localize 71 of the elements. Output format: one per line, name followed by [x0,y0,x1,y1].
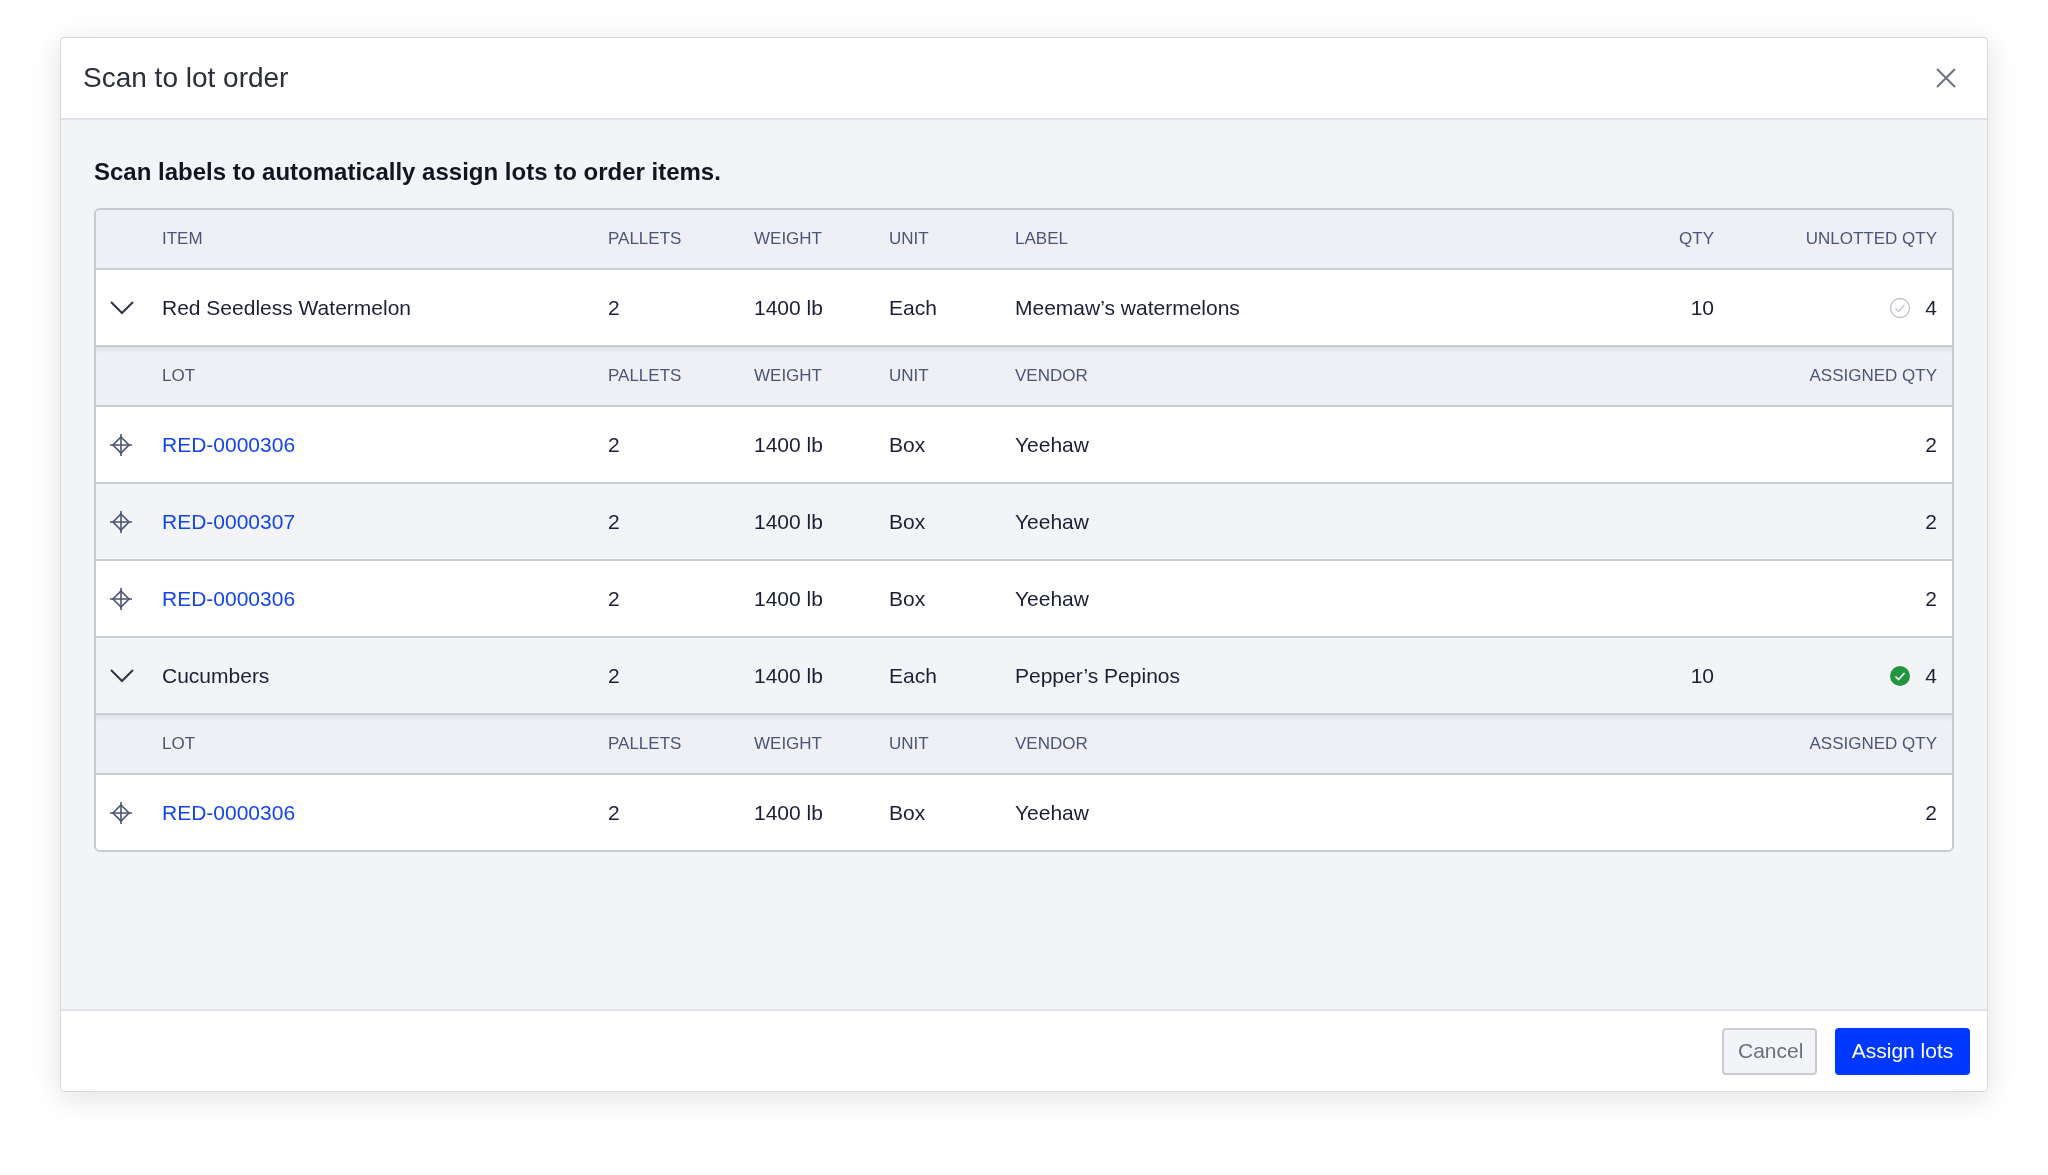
table-cell-text: Pepper’s Pepinos [1015,663,1181,688]
column-header: VENDOR [1015,734,1089,754]
table-cell-text: Red Seedless Watermelon [162,295,412,320]
table-cell-text: Box [889,800,927,825]
table-cell-text: 1400 lb [754,586,824,611]
column-header: ASSIGNED QTY [1809,734,1937,754]
table-cell-text: 1400 lb [754,295,824,320]
expand-toggle[interactable] [110,300,136,315]
column-header: VENDOR [1015,366,1089,386]
crosshair-icon [110,587,132,610]
table-cell-text: Box [889,586,927,611]
chevron-icon [110,668,134,683]
table-cell-text: 2 [608,586,621,611]
column-header: PALLETS [608,366,683,386]
table-cell-text: 2 [608,663,621,688]
column-header: WEIGHT [754,734,823,754]
column-header: WEIGHT [754,366,823,386]
column-header: LOT [162,366,197,386]
lot-link[interactable]: RED-0000307 [162,509,296,534]
assign-lots-button[interactable]: Assign lots [1835,1027,1970,1075]
table-cell: 2 [1925,432,1937,457]
crosshair-icon [110,801,132,824]
table-cell-text: 2 [608,509,621,534]
table-cell-text: 1400 lb [754,800,824,825]
table-cell-text: Yeehaw [1015,800,1090,825]
table-cell-text: 1400 lb [754,663,824,688]
column-header: ITEM [162,229,204,249]
table-cell-text: Each [889,295,938,320]
column-header: ASSIGNED QTY [1809,366,1937,386]
table-cell-text: Box [889,432,927,457]
expand-toggle[interactable] [110,668,136,683]
table-cell-text: Yeehaw [1015,586,1090,611]
table-cell-text: 2 [608,432,621,457]
crosshair-icon [110,433,132,456]
table-cell-text: 1400 lb [754,509,824,534]
table-cell-text: Box [889,509,927,534]
table-cell-text: Cucumbers [162,663,271,688]
column-header: PALLETS [608,734,683,754]
crosshair-icon [110,510,132,533]
item-row[interactable]: Cucumbers 2 1400 lb Each Pepper’s Pepinos 10 4 [96,636,1952,713]
table-cell-text: Each [889,663,938,688]
lot-link[interactable]: RED-0000306 [162,800,296,825]
dialog-title: Scan to lot order [83,62,289,94]
table-cell-text: 2 [608,800,621,825]
column-header: QTY [1679,229,1714,249]
table-cell: 2 [1925,800,1937,825]
table-cell-text: 1400 lb [754,432,824,457]
dialog-description: Scan labels to automatically assign lots to order items. [94,158,722,186]
table-cell-text: Meemaw’s watermelons [1015,295,1241,320]
column-header: UNIT [889,734,930,754]
column-header: UNIT [889,229,930,249]
column-header: UNLOTTED QTY [1805,229,1937,249]
lot-link[interactable]: RED-0000306 [162,586,296,611]
table-cell: 10 [1690,663,1714,688]
table-cell-text: Yeehaw [1015,509,1090,534]
table-cell-text: 2 [608,295,621,320]
table-cell: 2 [1925,509,1937,534]
column-header: LOT [162,734,197,754]
column-header: LABEL [1015,229,1069,249]
chevron-icon [110,300,134,315]
column-header: PALLETS [608,229,683,249]
table-cell-text: Yeehaw [1015,432,1090,457]
column-header: UNIT [889,366,930,386]
table-cell: 2 [1925,586,1937,611]
table-cell: 4 [1925,663,1937,688]
column-header: WEIGHT [754,229,823,249]
table-cell: 10 [1690,295,1714,320]
close-icon [1935,67,1957,89]
table-cell: 4 [1925,295,1937,320]
lot-link[interactable]: RED-0000306 [162,432,296,457]
cancel-button[interactable]: Cancel [1722,1027,1817,1075]
